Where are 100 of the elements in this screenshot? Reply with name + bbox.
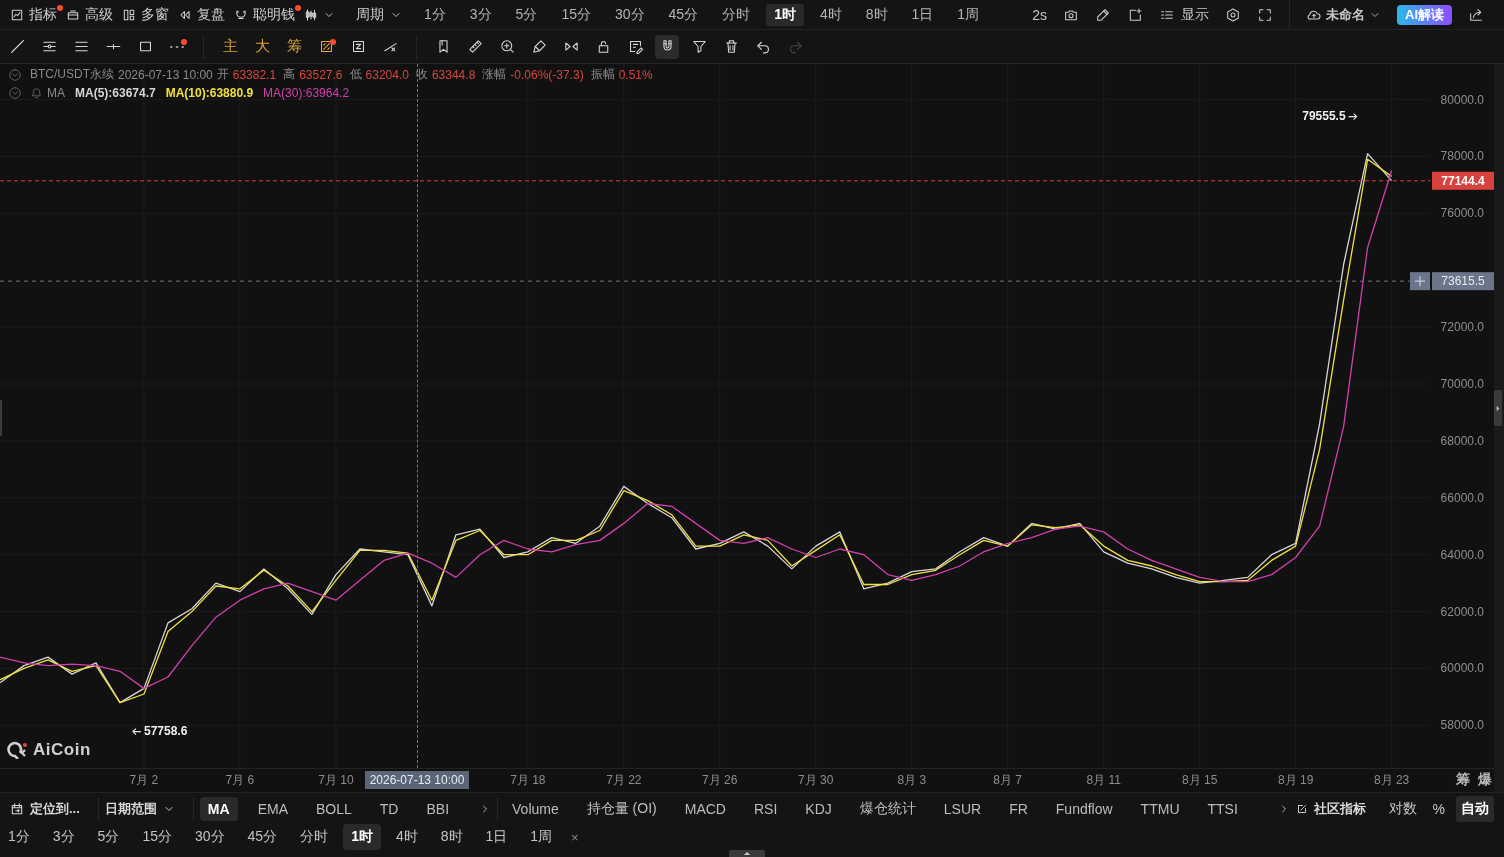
field-value: 63382.1 [232,67,277,82]
marker-button[interactable]: 筹 [282,34,306,59]
locate-button[interactable]: 定位到... [10,796,86,821]
layout-icon [122,7,136,22]
date-tick-label: 8月 15 [1182,773,1218,787]
date-tick-label: 8月 3 [897,773,927,787]
sub-indicator-tab[interactable]: KDJ [797,796,840,821]
low-price-label: 57758.6 [143,723,188,738]
period-tab[interactable]: 1分 [0,824,38,850]
period-tab[interactable]: 分时 [714,3,759,26]
sub-indicator-tab[interactable]: RSI [745,796,786,821]
scale-mode-tab[interactable]: 对数 [1383,795,1422,822]
period-tab[interactable]: 1分 [416,3,454,26]
display-button[interactable]: 显示 [1159,3,1209,26]
logo-icon [7,741,29,759]
price-tick-label: 60000.0 [1440,661,1484,676]
indicators-button[interactable]: 指标 [10,3,63,26]
price-tick-label: 62000.0 [1440,604,1484,619]
smart-money-button[interactable]: 聪明钱 [234,3,301,26]
side-panel-toggle[interactable] [1494,390,1502,426]
more-icon [170,44,184,49]
period-tab[interactable]: 45分 [660,3,707,26]
symbol-name: BTC/USDT永续 [30,66,114,83]
axis-toggle[interactable]: 筹 [1456,771,1470,789]
period-tab[interactable]: 5分 [507,3,546,26]
field-label: 低 [349,66,362,83]
price-tick-label: 64000.0 [1440,547,1484,562]
date-tick-label: 7月 30 [798,773,834,787]
arrow-icon [1348,113,1358,121]
field-value: 0.51% [618,67,653,82]
period-tab[interactable]: 1周 [522,824,561,850]
sub-indicator-tab[interactable]: Fundflow [1047,796,1121,821]
period-tab[interactable]: 8时 [857,3,896,26]
period-tab[interactable]: 45分 [239,824,286,850]
period-tab[interactable]: 5分 [89,824,128,850]
period-tab[interactable]: 8时 [432,824,471,850]
period-tab[interactable]: 1周 [949,3,988,26]
magnet-button[interactable] [655,34,679,59]
community-indicators-button[interactable]: 社区指标 [1295,796,1372,821]
field-label: 涨幅 [482,66,507,83]
indicator-name: MA [47,85,65,100]
axis-toggle[interactable]: 爆 [1478,771,1492,789]
edit-icon [1295,802,1308,815]
logo-text: AiCoin [33,740,91,760]
period-tab[interactable]: 30分 [186,824,233,850]
sub-indicator-tab[interactable]: TTSI [1199,796,1246,821]
period-tab[interactable]: 1时 [343,824,381,850]
main-indicator-tab[interactable]: MA [199,796,238,821]
period-tab[interactable]: 15分 [134,824,180,850]
replay-button[interactable]: 复盘 [178,3,225,26]
main-indicator-tab[interactable]: BOLL [307,796,360,821]
collapse-icon[interactable] [8,67,22,82]
date-tick-label: 7月 18 [510,773,546,787]
refresh-interval-button[interactable]: 2s [1032,3,1047,26]
date-tick-label: 7月 22 [606,773,642,787]
sub-indicator-tab[interactable]: 爆仓统计 [851,796,924,821]
period-tab[interactable]: 1时 [766,3,804,26]
period-tab[interactable]: 4时 [387,824,426,850]
price-tick-label: 72000.0 [1440,320,1484,335]
sub-indicator-tab[interactable]: TTMU [1132,796,1188,821]
field-label: 振幅 [590,66,615,83]
pen-icon [1095,6,1111,23]
advanced-button[interactable]: 高级 [66,3,113,26]
sub-indicator-tab[interactable]: 持仓量 (OI) [578,796,665,821]
main-indicator-tab[interactable]: EMA [249,796,296,821]
scale-mode-tab[interactable]: % [1427,795,1450,822]
fullscreen-icon [1257,6,1273,23]
period-tab[interactable]: 3分 [461,3,500,26]
period-menu-button[interactable]: 周期 [356,3,402,26]
period-tab[interactable]: 3分 [44,824,83,850]
price-tick-label: 66000.0 [1440,490,1484,505]
field-label: 高 [283,66,296,83]
sub-indicator-tab[interactable]: Volume [504,796,567,821]
main-indicator-tab[interactable]: BBI [418,796,458,821]
field-label: 开 [216,66,229,83]
scale-mode-tab[interactable]: 自动 [1456,795,1494,822]
crosshair-time-tag: 2026-07-13 10:00 [365,771,469,789]
bottom-panel-toggle[interactable] [729,850,765,857]
sub-indicator-tab[interactable]: FR [1001,796,1036,821]
period-tab[interactable]: 1日 [903,3,942,26]
price-tick-label: 80000.0 [1440,92,1484,107]
close-button[interactable]: × [567,824,583,850]
date-range-button[interactable]: 日期范围 [104,796,181,821]
ruler-icon [466,38,484,55]
period-tab[interactable]: 1日 [477,824,516,850]
period-tab[interactable]: 分时 [292,824,337,850]
main-indicator-tab[interactable]: TD [371,796,407,821]
period-tab[interactable]: 4时 [811,3,850,26]
period-tab[interactable]: 15分 [553,3,599,26]
collapse-icon[interactable] [8,85,22,100]
period-tab[interactable]: 30分 [606,3,653,26]
sub-indicator-tab[interactable]: MACD [676,796,734,821]
filter-icon [690,38,708,55]
marker-button[interactable]: 大 [250,34,274,59]
multi-window-button[interactable]: 多窗 [122,3,169,26]
panel-handle[interactable] [0,400,2,436]
layout-name-button[interactable]: 未命名 [1306,3,1381,26]
marker-button[interactable]: 主 [218,34,242,59]
add-alert-button[interactable] [1410,272,1430,291]
sub-indicator-tab[interactable]: LSUR [935,796,990,821]
